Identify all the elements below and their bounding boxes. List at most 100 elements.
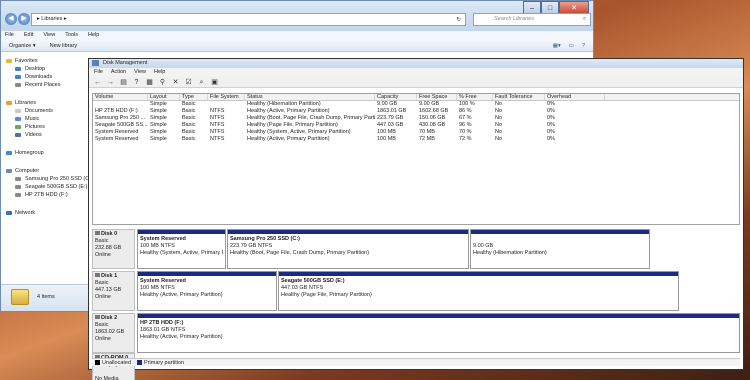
back-icon[interactable]: ← [93, 78, 102, 87]
preview-pane-icon[interactable]: ▭ [569, 43, 574, 49]
nav-item-drive-c[interactable]: Samsung Pro 250 SSD (C:) [1, 175, 93, 183]
refresh-icon[interactable]: ↻ [456, 15, 461, 26]
check-icon[interactable]: ☑ [184, 78, 193, 87]
table-row[interactable]: Samsung Pro 250 ... Simple Basic NTFS Health… [93, 115, 739, 122]
address-bar[interactable]: ▸ Libraries ▸ ↻ [31, 13, 466, 26]
disk-row: Disk 2 Basic 1863.02 GB Online HP 2TB HDD (F… [92, 313, 740, 353]
table-cell: No [495, 115, 503, 121]
col-header[interactable]: Fault Tolerance [493, 94, 545, 100]
disk-label[interactable]: Disk 2 Basic 1863.02 GB Online [92, 313, 135, 353]
view-options-icon[interactable]: ▦▾ [553, 43, 561, 49]
nav-item-documents[interactable]: Documents [1, 107, 89, 115]
col-header[interactable]: % Free [457, 94, 493, 100]
nav-item-videos[interactable]: Videos [1, 131, 89, 139]
nav-label: Desktop [25, 66, 46, 72]
nav-item-pictures[interactable]: Pictures [1, 123, 89, 131]
col-header[interactable]: Capacity [375, 94, 417, 100]
nav-item-music[interactable]: Music [1, 115, 89, 123]
legend-swatch [95, 359, 100, 365]
partition-block[interactable]: Samsung Pro 250 SSD (C:) 223.79 GB NTFS He… [227, 229, 469, 269]
toolbar-right: ▦▾ ▭ ? [553, 43, 585, 49]
nav-label: HP 2TB HDD (F:) [25, 192, 68, 198]
new-library-button[interactable]: New library [50, 43, 78, 49]
menu-tools[interactable]: Tools [65, 31, 78, 40]
col-header[interactable]: Volume [93, 94, 148, 100]
nav-item-drive-f[interactable]: HP 2TB HDD (F:) [1, 191, 89, 199]
nav-item-drive-e[interactable]: Seagate 500GB SSD (E:) [1, 183, 89, 191]
partition-status: Healthy (Active, Primary Partition) [140, 292, 223, 298]
menu-help[interactable]: Help [88, 31, 99, 40]
nav-label: Computer [15, 168, 40, 174]
properties-icon[interactable]: ▣ [210, 78, 219, 87]
table-cell: 0% [547, 129, 555, 135]
back-arrow-icon[interactable]: ◀ [5, 13, 17, 25]
menu-file[interactable]: File [5, 31, 14, 40]
nav-item-desktop[interactable]: Desktop [1, 65, 89, 73]
list-icon[interactable]: ▦ [145, 78, 154, 87]
table-cell: Simple [150, 136, 167, 142]
col-header[interactable]: Type [180, 94, 208, 100]
partition-block[interactable]: System Reserved 100 MB NTFS Healthy (Activ… [137, 271, 277, 311]
disk-label[interactable]: Disk 1 Basic 447.13 GB Online [92, 271, 135, 311]
col-header[interactable]: File System [208, 94, 245, 100]
table-cell: 0% [547, 136, 555, 142]
partition-status: Healthy (Hibernation Partition) [473, 250, 547, 256]
dm-menu-file[interactable]: File [94, 68, 103, 77]
volume-name-cell [93, 101, 148, 108]
table-cell: No [495, 101, 503, 107]
table-cell: 100 MB [377, 129, 396, 135]
delete-icon[interactable]: ✕ [171, 78, 180, 87]
disk-label[interactable]: Disk 0 Basic 232.88 GB Online [92, 229, 135, 269]
dm-menu-help[interactable]: Help [154, 68, 165, 77]
nav-libraries[interactable]: Libraries [1, 99, 89, 107]
menu-view[interactable]: View [43, 31, 55, 40]
nav-network[interactable]: Network [1, 209, 89, 217]
nav-homegroup[interactable]: Homegroup [1, 149, 89, 157]
col-header[interactable]: Status [245, 94, 375, 100]
connect-icon[interactable]: ⚲ [158, 78, 167, 87]
table-cell: NTFS [210, 115, 225, 121]
search-icon[interactable]: ⌕ [197, 78, 206, 87]
dm-menu-view[interactable]: View [134, 68, 146, 77]
partition-block[interactable]: HP 2TB HDD (F:) 1863.01 GB NTFS Healthy (A… [137, 313, 740, 353]
table-cell: Healthy (System, Active, Primary Partiti… [247, 129, 351, 135]
dm-menu-action[interactable]: Action [111, 68, 126, 77]
table-cell: Simple [150, 108, 167, 114]
col-header[interactable]: Free Space [417, 94, 457, 100]
table-row[interactable]: Simple Basic Healthy (Hibernation Partitio… [93, 101, 739, 108]
table-row[interactable]: HP 2TB HDD (F:) Simple Basic NTFS Healthy (A… [93, 108, 739, 115]
partition-block[interactable]: 9.00 GB Healthy (Hibernation Partition) [470, 229, 650, 269]
nav-item-downloads[interactable]: Downloads [1, 73, 89, 81]
table-row[interactable]: System Reserved Simple Basic NTFS Healthy (S… [93, 129, 739, 136]
search-icon: ⌕ [582, 16, 586, 22]
forward-arrow-icon[interactable]: ▶ [18, 13, 30, 25]
table-row[interactable]: Seagate 500GB SS... Simple Basic NTFS Health… [93, 122, 739, 129]
dm-titlebar: Disk Management [89, 59, 743, 68]
search-input[interactable]: Search Libraries ⌕ [473, 13, 591, 26]
partition-size: 100 MB NTFS [140, 285, 175, 291]
menu-edit[interactable]: Edit [24, 31, 33, 40]
table-row[interactable]: System Reserved Simple Basic NTFS Healthy (A… [93, 136, 739, 143]
col-header[interactable]: Overhead [545, 94, 605, 100]
computer-icon [6, 169, 12, 173]
partition-block[interactable]: System Reserved 100 MB NTFS Healthy (Syste… [137, 229, 226, 269]
up-icon[interactable]: ▤ [119, 78, 128, 87]
forward-icon[interactable]: → [106, 78, 115, 87]
explorer-menubar: File Edit View Tools Help [1, 31, 593, 40]
nav-computer[interactable]: Computer [1, 167, 89, 175]
help-icon[interactable]: ? [582, 43, 585, 49]
table-cell: Basic [182, 108, 196, 114]
nav-item-recent-places[interactable]: Recent Places [1, 81, 89, 89]
organize-button[interactable]: Organize ▾ [9, 43, 36, 49]
col-header[interactable]: Layout [148, 94, 180, 100]
help-icon[interactable]: ? [132, 78, 141, 87]
disk-type: Basic [95, 322, 109, 328]
legend-label: Unallocated [102, 359, 132, 366]
nav-label: Homegroup [15, 150, 44, 156]
table-cell: 0% [547, 108, 555, 114]
partition-block[interactable]: Seagate 500GB SSD (E:) 447.03 GB NTFS Heal… [278, 271, 679, 311]
pictures-icon [15, 125, 21, 129]
table-cell: 67 % [459, 115, 472, 121]
nav-favorites[interactable]: Favorites [1, 57, 89, 65]
disk-name: Disk 2 [95, 315, 132, 322]
